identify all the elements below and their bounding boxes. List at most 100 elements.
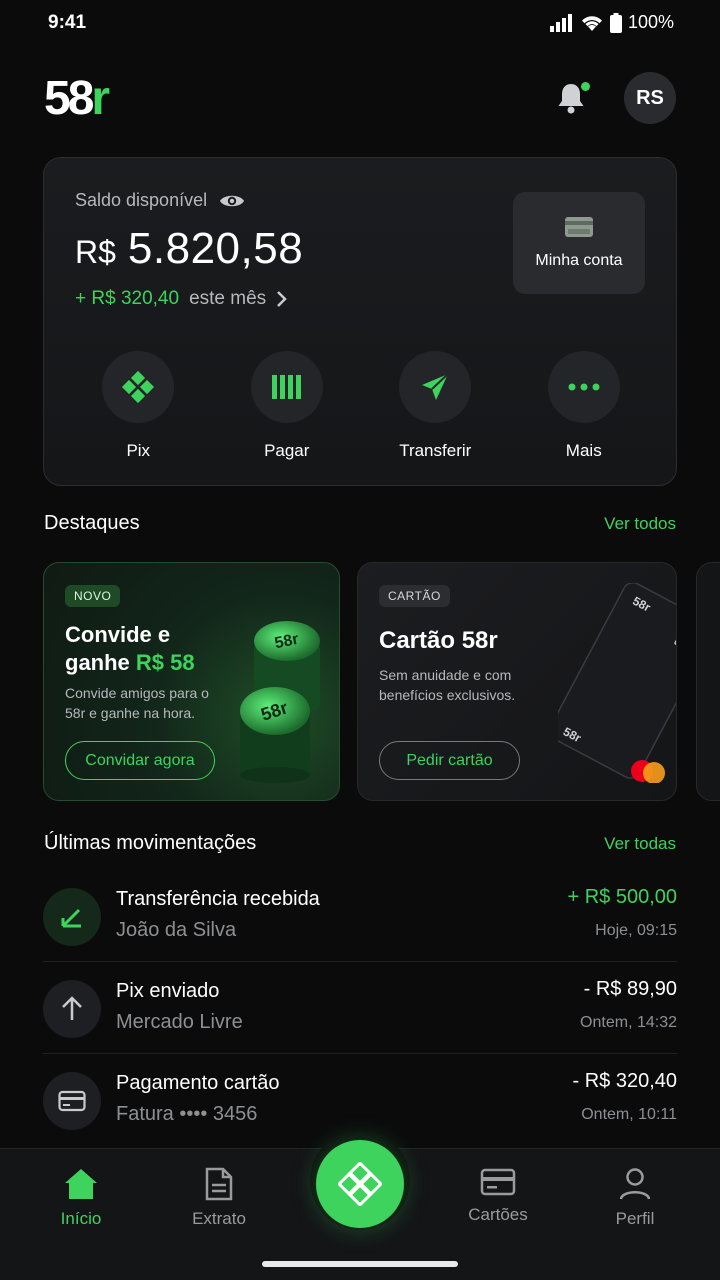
pix-outline-icon — [338, 1162, 382, 1206]
action-transfer-label: Transferir — [399, 441, 472, 460]
tx-amount: - R$ 89,90 — [583, 978, 677, 1000]
tx-title: Transferência recebida — [116, 888, 320, 910]
my-account-label: Minha conta — [535, 252, 623, 269]
avatar[interactable]: RS — [624, 72, 676, 124]
mastercard-logo — [631, 760, 665, 783]
logo-main: 58 — [44, 72, 94, 125]
signal-icon — [549, 13, 572, 32]
profile-icon — [619, 1168, 651, 1200]
pix-fab-button[interactable] — [316, 1140, 404, 1228]
highlights-see-all[interactable]: Ver todos — [604, 514, 676, 534]
balance-amount: R$ 5.820,58 — [75, 224, 303, 274]
invite-desc-line1: Convide amigos para o — [65, 685, 209, 701]
invite-title-prefix: ganhe — [65, 650, 136, 675]
tx-amount: - R$ 320,40 — [572, 1070, 677, 1092]
new-badge: NOVO — [65, 585, 121, 607]
status-icons: 100% — [549, 12, 674, 33]
tx-icon-sent — [43, 980, 101, 1038]
invite-desc: Convide amigos para o 58r e ganhe na hor… — [65, 683, 209, 723]
wifi-icon — [581, 15, 602, 31]
nav-cards[interactable]: Cartões — [448, 1167, 548, 1225]
tx-date: Hoje, 09:15 — [595, 922, 677, 939]
notification-dot — [581, 82, 590, 91]
home-indicator[interactable] — [262, 1261, 458, 1267]
app-logo[interactable]: 58r — [44, 72, 110, 126]
transactions-title: Últimas movimentações — [44, 832, 257, 854]
my-account-button[interactable]: Minha conta — [513, 192, 645, 294]
nav-cards-label: Cartões — [468, 1205, 528, 1224]
status-time: 9:41 — [48, 12, 87, 33]
action-pay[interactable]: Pagar — [227, 351, 347, 461]
arrow-received-icon — [61, 908, 81, 928]
pix-icon — [122, 370, 155, 404]
tx-icon-received — [43, 888, 101, 946]
invite-now-button[interactable]: Convidar agora — [65, 741, 215, 780]
send-icon — [422, 373, 449, 400]
barcode-icon — [271, 375, 301, 399]
invite-desc-line2: 58r e ganhe na hora. — [65, 705, 195, 721]
next-promo-card[interactable] — [696, 562, 720, 801]
tx-subtitle: Mercado Livre — [116, 1011, 243, 1033]
battery-percent: 100% — [627, 12, 674, 32]
battery-icon — [609, 12, 622, 33]
home-icon — [65, 1169, 97, 1199]
action-pay-label: Pagar — [264, 441, 310, 460]
nav-home[interactable]: Início — [31, 1167, 131, 1229]
coins-stack-icon: 58r 58r — [240, 621, 320, 783]
action-more-circle — [547, 351, 620, 423]
highlights-title: Destaques — [44, 512, 140, 534]
card-desc-line2: benefícios exclusivos. — [379, 687, 516, 703]
divider — [43, 1053, 677, 1054]
nav-profile-label: Perfil — [615, 1209, 655, 1228]
month-change-label: este mês — [189, 288, 267, 309]
tx-title: Pix enviado — [116, 980, 220, 1002]
action-more-label: Mais — [565, 441, 602, 460]
tx-date: Ontem, 14:32 — [580, 1014, 677, 1031]
nav-statement-label: Extrato — [192, 1209, 246, 1228]
action-pay-circle — [250, 351, 323, 423]
card-badge: CARTÃO — [379, 585, 450, 607]
invite-title-line1: Convide e — [65, 622, 171, 647]
quick-actions: Pix Pagar Transferir Mais — [44, 351, 678, 461]
transactions-header: Últimas movimentações Ver todas — [44, 832, 676, 855]
logo-accent: r — [91, 72, 110, 125]
invite-title: Convide e ganhe R$ 58 — [65, 621, 195, 677]
credit-card-icon — [58, 1090, 86, 1112]
tx-amount: + R$ 500,00 — [567, 886, 677, 908]
more-dots-icon — [568, 383, 600, 391]
tx-icon-card — [43, 1072, 101, 1130]
card-promo-title: Cartão 58r — [379, 627, 498, 654]
invite-title-line2: ganhe R$ 58 — [65, 649, 195, 677]
month-change-amount: + R$ 320,40 — [75, 288, 180, 309]
nav-profile[interactable]: Perfil — [585, 1167, 685, 1229]
invite-title-highlight: R$ 58 — [135, 650, 195, 675]
nav-home-label: Início — [60, 1209, 102, 1228]
balance-currency: R$ — [75, 234, 116, 270]
nav-statement[interactable]: Extrato — [169, 1167, 269, 1229]
eye-icon[interactable] — [219, 192, 245, 210]
app-header: 58r RS — [44, 72, 676, 126]
status-bar: 9:41 100% — [0, 0, 720, 46]
transaction-row[interactable]: Transferência recebida João da Silva + R… — [43, 880, 677, 972]
document-icon — [205, 1167, 233, 1201]
card-desc-line1: Sem anuidade e com — [379, 667, 512, 683]
highlights-header: Destaques Ver todos — [44, 512, 676, 535]
transactions-see-all[interactable]: Ver todas — [604, 834, 676, 854]
tx-subtitle: Fatura •••• 3456 — [116, 1103, 258, 1125]
balance-value: 5.820,58 — [127, 224, 304, 273]
card-icon — [565, 217, 593, 237]
card-promo-card[interactable]: CARTÃO Cartão 58r Sem anuidade e com ben… — [357, 562, 677, 801]
action-more[interactable]: Mais — [524, 351, 644, 461]
order-card-button[interactable]: Pedir cartão — [379, 741, 520, 780]
transaction-row[interactable]: Pix enviado Mercado Livre - R$ 89,90 Ont… — [43, 972, 677, 1064]
cards-icon — [480, 1168, 516, 1196]
action-pix[interactable]: Pix — [78, 351, 198, 461]
divider — [43, 961, 677, 962]
tx-subtitle: João da Silva — [116, 919, 237, 941]
action-pix-label: Pix — [126, 441, 151, 460]
invite-promo-card[interactable]: NOVO Convide e ganhe R$ 58 Convide amigo… — [43, 562, 340, 801]
card-promo-desc: Sem anuidade e com benefícios exclusivos… — [379, 665, 515, 705]
month-change-link[interactable]: + R$ 320,40 este mês — [75, 288, 288, 310]
notifications-button[interactable] — [556, 82, 590, 116]
action-transfer[interactable]: Transferir — [375, 351, 495, 461]
